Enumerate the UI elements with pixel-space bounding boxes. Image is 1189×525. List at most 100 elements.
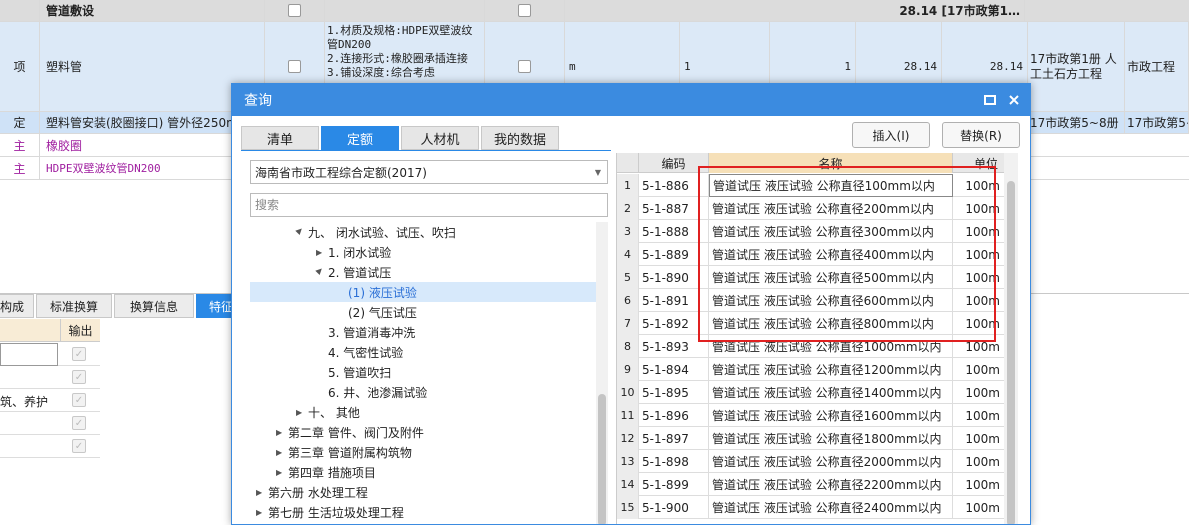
row-type: 定: [0, 112, 40, 133]
tab-conversion-info[interactable]: 换算信息: [114, 294, 194, 318]
table-row[interactable]: 12 5-1-897 管道试压 液压试验 公称直径1800mm以内 100m: [617, 427, 1004, 450]
tree-node[interactable]: (2) 气压试压: [250, 302, 596, 322]
table-row[interactable]: 14 5-1-899 管道试压 液压试验 公称直径2200mm以内 100m: [617, 473, 1004, 496]
table-row[interactable]: 13 5-1-898 管道试压 液压试验 公称直径2000mm以内 100m: [617, 450, 1004, 473]
table-row[interactable]: 4 5-1-889 管道试压 液压试验 公称直径400mm以内 100m: [617, 243, 1004, 266]
checkbox[interactable]: ✓: [72, 370, 86, 384]
tree-node-label: 1. 闭水试验: [328, 245, 392, 260]
replace-button[interactable]: 替换(R): [942, 122, 1020, 148]
row-code: 5-1-888: [639, 220, 709, 243]
row-code: 5-1-890: [639, 266, 709, 289]
tree-node-label: 十、 其他: [308, 405, 360, 420]
checkbox[interactable]: ✓: [72, 347, 86, 361]
expand-icon[interactable]: ▶: [296, 408, 308, 417]
row-unit: 100m: [953, 381, 1004, 404]
table-row[interactable]: 5 5-1-890 管道试压 液压试验 公称直径500mm以内 100m: [617, 266, 1004, 289]
row-unit: 100m: [953, 312, 1004, 335]
row-name: 管道试压 液压试验 公称直径600mm以内: [709, 289, 953, 312]
tab-bill[interactable]: 清单: [241, 126, 319, 150]
row-number: 13: [617, 450, 639, 473]
tree-node[interactable]: 6. 井、池渗漏试验: [250, 382, 596, 402]
checkbox[interactable]: [518, 60, 531, 73]
tree-node[interactable]: ▲ 2. 管道试压: [250, 262, 596, 282]
table-row[interactable]: 2 5-1-887 管道试压 液压试验 公称直径200mm以内 100m: [617, 197, 1004, 220]
row-type: 项: [0, 22, 40, 111]
tab-labor-material[interactable]: 人材机: [401, 126, 479, 150]
quota-grid: 编码 名称 单位 1 5-1-886 管道试压 液压试验 公称直径100mm以内 10…: [616, 153, 1004, 524]
search-input[interactable]: [250, 193, 608, 217]
tree-node-label: 第二章 管件、阀门及附件: [288, 425, 424, 440]
row-code: 5-1-894: [639, 358, 709, 381]
row-number: 3: [617, 220, 639, 243]
expand-icon[interactable]: ▶: [276, 468, 288, 477]
expand-icon[interactable]: ▶: [256, 488, 268, 497]
tree-node[interactable]: ▲ 九、 闭水试验、试压、吹扫: [250, 222, 596, 242]
close-icon[interactable]: [1006, 92, 1022, 108]
tree-node[interactable]: ▶ 十、 其他: [250, 402, 596, 422]
column-name[interactable]: 名称: [709, 153, 953, 173]
tree-node[interactable]: ▶ 第七册 生活垃圾处理工程: [250, 502, 596, 522]
table-row[interactable]: 1 5-1-886 管道试压 液压试验 公称直径100mm以内 100m: [617, 174, 1004, 197]
row-code: 5-1-899: [639, 473, 709, 496]
tree-node[interactable]: (1) 液压试验: [250, 282, 596, 302]
row-code: 5-1-898: [639, 450, 709, 473]
expand-icon[interactable]: ▶: [276, 448, 288, 457]
tree-node[interactable]: 5. 管道吹扫: [250, 362, 596, 382]
table-row[interactable]: 8 5-1-893 管道试压 液压试验 公称直径1000mm以内 100m: [617, 335, 1004, 358]
tab-composition[interactable]: 构成: [0, 294, 34, 318]
table-row[interactable]: 10 5-1-895 管道试压 液压试验 公称直径1400mm以内 100m: [617, 381, 1004, 404]
expand-icon[interactable]: ▶: [276, 428, 288, 437]
checkbox[interactable]: ✓: [72, 439, 86, 453]
tree-node[interactable]: ▶ 1. 闭水试验: [250, 242, 596, 262]
table-row[interactable]: 3 5-1-888 管道试压 液压试验 公称直径300mm以内 100m: [617, 220, 1004, 243]
grid-header: 编码 名称 单位: [617, 153, 1004, 173]
grid-scrollbar[interactable]: [1004, 153, 1018, 524]
column-code[interactable]: 编码: [639, 153, 709, 173]
row-unit: 100m: [953, 473, 1004, 496]
tab-standard-conversion[interactable]: 标准换算: [36, 294, 112, 318]
tab-my-data[interactable]: 我的数据: [481, 126, 559, 150]
checkbox[interactable]: [288, 60, 301, 73]
maximize-icon[interactable]: [982, 92, 998, 108]
row-code: 5-1-893: [639, 335, 709, 358]
tree-node[interactable]: ▶ 第三章 管道附属构筑物: [250, 442, 596, 462]
dialog-titlebar[interactable]: 查询: [232, 84, 1030, 116]
tree-node[interactable]: 3. 管道消毒冲洗: [250, 322, 596, 342]
library-selected: 海南省市政工程综合定额(2017): [255, 165, 427, 180]
tree-node[interactable]: ▶ 第四章 措施项目: [250, 462, 596, 482]
expand-icon[interactable]: ▶: [256, 508, 268, 517]
insert-button[interactable]: 插入(I): [852, 122, 930, 148]
table-row[interactable]: 15 5-1-900 管道试压 液压试验 公称直径2400mm以内 100m: [617, 496, 1004, 519]
tree-node[interactable]: ▶ 第六册 水处理工程: [250, 482, 596, 502]
column-unit[interactable]: 单位: [953, 153, 1004, 173]
tree-scrollbar[interactable]: [596, 222, 608, 524]
checkbox[interactable]: ✓: [72, 393, 86, 407]
row-name: 管道敷设: [40, 0, 265, 21]
row-number: 5: [617, 266, 639, 289]
scroll-thumb[interactable]: [598, 394, 606, 524]
tree-node[interactable]: ▶ 第二章 管件、阀门及附件: [250, 422, 596, 442]
table-row[interactable]: 11 5-1-896 管道试压 液压试验 公称直径1600mm以内 100m: [617, 404, 1004, 427]
table-row[interactable]: 9 5-1-894 管道试压 液压试验 公称直径1200mm以内 100m: [617, 358, 1004, 381]
tree-node-label: 4. 气密性试验: [328, 345, 404, 360]
row-code: 5-1-895: [639, 381, 709, 404]
row-name: 管道试压 液压试验 公称直径1800mm以内: [709, 427, 953, 450]
checkbox[interactable]: [518, 4, 531, 17]
library-select[interactable]: 海南省市政工程综合定额(2017) ▼: [250, 160, 608, 184]
row-number: 10: [617, 381, 639, 404]
sheet-row-section[interactable]: 管道敷设 28.14 [17市政第1…: [0, 0, 1189, 22]
tab-quota[interactable]: 定额: [321, 126, 399, 150]
row-code: 5-1-889: [639, 243, 709, 266]
row-number: 12: [617, 427, 639, 450]
checkbox[interactable]: ✓: [72, 416, 86, 430]
row-number: 7: [617, 312, 639, 335]
table-row[interactable]: 7 5-1-892 管道试压 液压试验 公称直径800mm以内 100m: [617, 312, 1004, 335]
row-number: 9: [617, 358, 639, 381]
tree-node[interactable]: 4. 气密性试验: [250, 342, 596, 362]
row-name: 管道试压 液压试验 公称直径200mm以内: [709, 197, 953, 220]
checkbox[interactable]: [288, 4, 301, 17]
table-row[interactable]: 6 5-1-891 管道试压 液压试验 公称直径600mm以内 100m: [617, 289, 1004, 312]
scroll-thumb[interactable]: [1007, 181, 1015, 524]
row-unit: 100m: [953, 450, 1004, 473]
expand-icon[interactable]: ▶: [316, 248, 328, 257]
